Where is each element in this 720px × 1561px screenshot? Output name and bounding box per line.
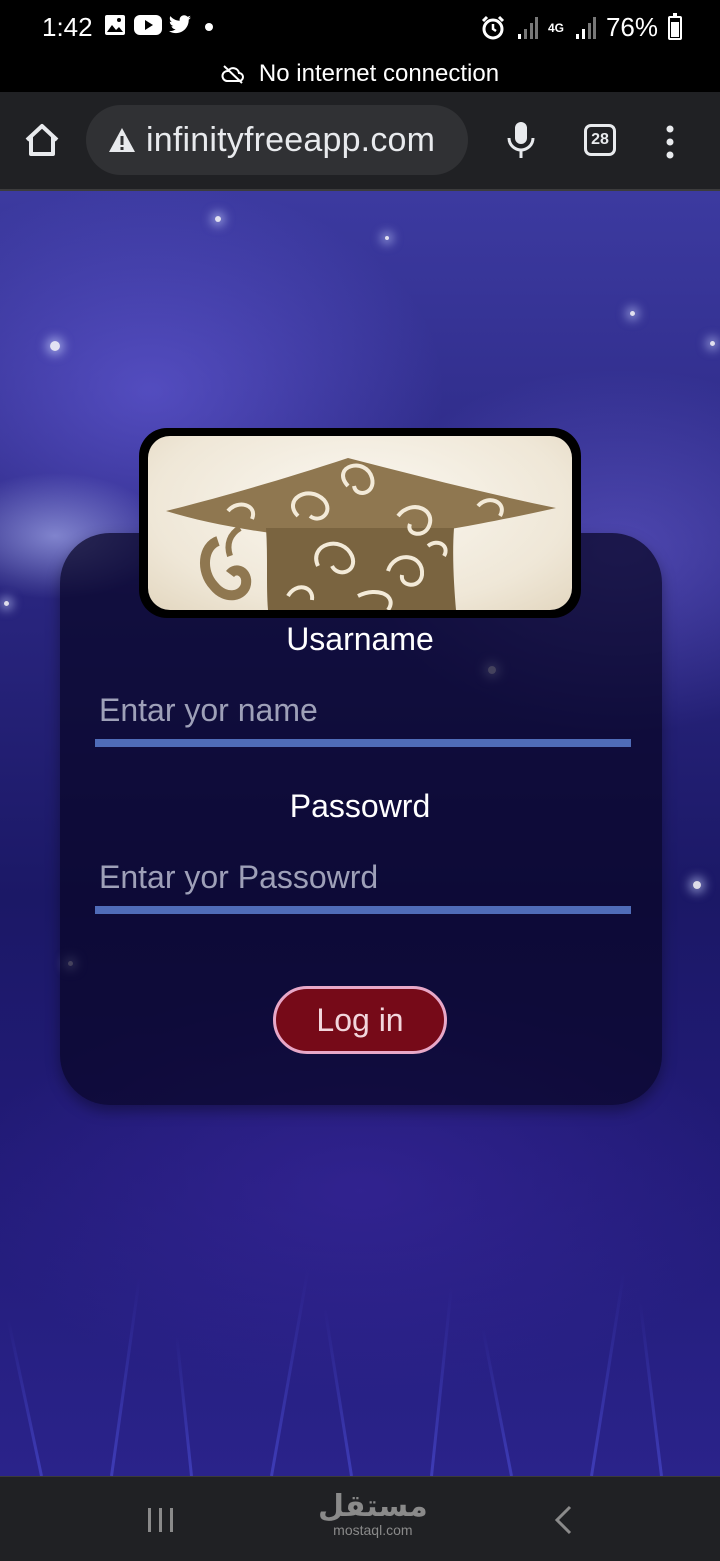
warning-icon[interactable] <box>108 127 136 153</box>
background-grass <box>430 1286 453 1476</box>
home-watermark[interactable]: مستقل mostaql.com <box>318 1489 428 1538</box>
twitter-icon <box>169 15 191 34</box>
graduation-cap-icon <box>166 458 556 610</box>
background-star <box>710 341 715 346</box>
tabs-icon[interactable]: 28 <box>584 124 616 156</box>
username-input[interactable] <box>95 681 631 747</box>
background-grass <box>110 1277 141 1476</box>
battery-percent: 76% <box>605 12 658 42</box>
recents-icon[interactable] <box>146 1507 176 1533</box>
url-text[interactable]: infinityfreeapp.com <box>146 121 435 160</box>
background-star <box>215 216 221 222</box>
page-background: Usarname Passowrd Log in <box>0 191 720 1476</box>
status-right: 4G 76% <box>480 12 682 43</box>
mic-icon[interactable] <box>504 120 538 160</box>
watermark-subtext: mostaql.com <box>333 1522 413 1538</box>
browser-toolbar: infinityfreeapp.com 28 <box>0 92 720 191</box>
more-vert-icon[interactable] <box>662 124 678 160</box>
tab-count[interactable]: 28 <box>591 131 609 149</box>
username-label: Usarname <box>286 621 434 657</box>
logo-frame <box>139 428 581 618</box>
background-grass <box>323 1307 353 1476</box>
background-star <box>693 881 701 889</box>
cloud-off-icon <box>221 65 244 84</box>
home-icon[interactable] <box>20 118 64 162</box>
background-grass <box>590 1273 626 1476</box>
notification-dot-icon <box>205 23 213 31</box>
status-bar: 1:42 4G 76% <box>0 0 720 56</box>
watermark-text: مستقل <box>318 1489 428 1524</box>
background-star <box>50 341 60 351</box>
password-input[interactable] <box>95 848 631 914</box>
offline-text: No internet connection <box>258 60 500 87</box>
background-grass <box>481 1328 513 1476</box>
background-star <box>4 601 9 606</box>
background-grass <box>175 1336 193 1476</box>
background-star <box>385 236 389 240</box>
network-type: 4G <box>547 20 564 35</box>
signal-4g-icon <box>575 16 596 39</box>
status-time: 1:42 <box>42 12 93 42</box>
background-grass <box>270 1268 310 1476</box>
graduation-cap-logo <box>148 436 572 610</box>
login-button[interactable]: Log in <box>273 986 447 1054</box>
system-nav-bar: مستقل mostaql.com <box>0 1476 720 1561</box>
url-bar[interactable]: infinityfreeapp.com <box>86 105 468 175</box>
background-star <box>630 311 635 316</box>
background-grass <box>6 1319 43 1476</box>
youtube-icon <box>134 15 162 35</box>
offline-banner: No internet connection <box>0 56 720 92</box>
password-label: Passowrd <box>289 788 431 824</box>
battery-icon <box>668 12 682 40</box>
background-grass <box>638 1302 663 1476</box>
alarm-icon <box>481 15 505 39</box>
signal-icon <box>517 16 538 39</box>
gallery-icon <box>105 15 125 35</box>
back-icon[interactable] <box>552 1505 574 1535</box>
